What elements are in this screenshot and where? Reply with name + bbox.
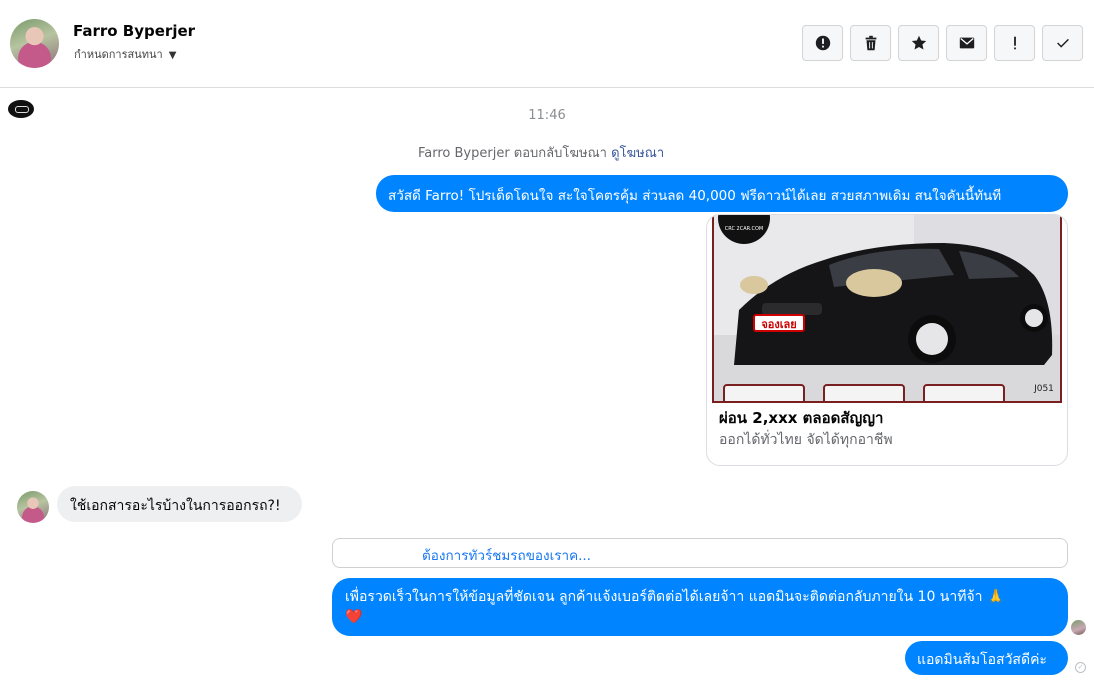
dealer-logo-text: CRC 2CAR.COM [725, 226, 764, 232]
car-code-text: J051 [1033, 384, 1054, 394]
ad-card[interactable]: จองเลย CRC 2CAR.COM J051 ผ่อน 2,xxx ตลอด… [706, 214, 1068, 466]
trash-icon [865, 35, 876, 51]
assign-label: กำหนดการสนทนา [74, 48, 163, 61]
message-timestamp: 11:46 [528, 108, 566, 123]
spam-report-button[interactable] [802, 25, 843, 61]
contact-avatar-small [17, 491, 49, 523]
contact-avatar[interactable] [10, 19, 59, 68]
envelope-icon [959, 37, 974, 49]
outgoing-message-bubble: แอดมินส้มโอสวัสดีค่ะ [905, 641, 1068, 675]
ad-reply-note: Farro Byperjer ตอบกลับโฆษณา ดูโฆษณา [418, 142, 664, 163]
reserve-badge-text: จองเลย [761, 318, 796, 331]
contact-name[interactable]: Farro Byperjer [73, 22, 195, 40]
star-button[interactable] [898, 25, 939, 61]
suggested-reply-text: ต้องการทัวร์ชมรถของเราค... [422, 548, 591, 564]
follow-up-button[interactable] [994, 25, 1035, 61]
alert-circle-icon [815, 35, 830, 51]
sent-check-icon: ✓ [1075, 662, 1086, 673]
suggested-reply[interactable]: ต้องการทัวร์ชมรถของเราค... [332, 538, 1068, 568]
ad-card-title: ผ่อน 2,xxx ตลอดสัญญา [719, 409, 884, 427]
incoming-message-bubble: ใช้เอกสารอะไรบ้างในการออกรถ?! [57, 486, 302, 522]
message-line: เพื่อรวดเร็วในการให้ข้อมูลที่ชัดเจน ลูกค… [345, 589, 1005, 605]
mark-unread-button[interactable] [946, 25, 987, 61]
exclamation-icon [1013, 36, 1016, 50]
outgoing-message-bubble: สวัสดี Farro! โปรเด็ดโดนใจ สะใจโคตรคุ้ม … [376, 175, 1068, 212]
car-photo: จองเลย CRC 2CAR.COM J051 [712, 215, 1062, 403]
done-button[interactable] [1042, 25, 1083, 61]
caret-down-icon: ▼ [168, 50, 177, 61]
car-image: จองเลย CRC 2CAR.COM J051 [714, 215, 1060, 401]
conversation-header: Farro Byperjer กำหนดการสนทนา ▼ [0, 0, 1094, 88]
ad-card-description: ออกได้ทั่วไทย จัดได้ทุกอาชีพ [719, 432, 893, 448]
star-icon [911, 35, 926, 50]
view-ad-link[interactable]: ดูโฆษณา [611, 146, 664, 161]
read-receipt-avatar [1071, 620, 1086, 635]
message-line: ❤️ [345, 609, 363, 625]
checkmark-icon [1056, 38, 1069, 48]
assign-conversation-dropdown[interactable]: กำหนดการสนทนา ▼ [74, 45, 176, 63]
delete-button[interactable] [850, 25, 891, 61]
ad-reply-text: Farro Byperjer ตอบกลับโฆษณา [418, 146, 607, 161]
outgoing-message-bubble: เพื่อรวดเร็วในการให้ข้อมูลที่ชัดเจน ลูกค… [332, 578, 1068, 636]
